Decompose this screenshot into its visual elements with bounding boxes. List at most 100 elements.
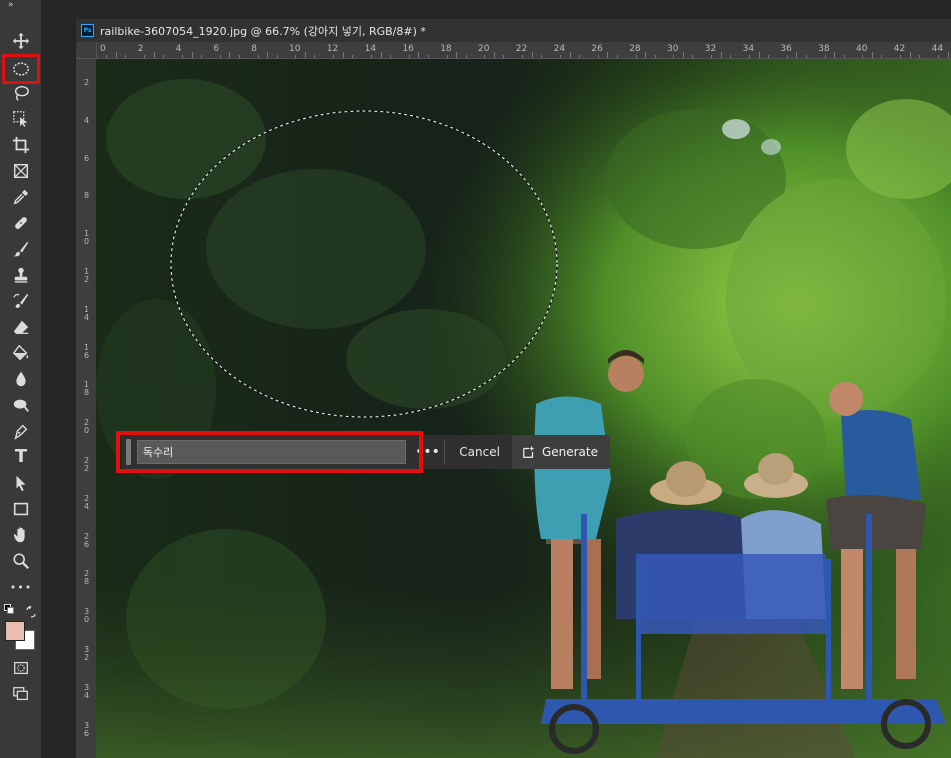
object-selection-icon bbox=[13, 111, 28, 127]
quick-mask-button[interactable] bbox=[5, 656, 37, 680]
ruler-tick bbox=[314, 55, 316, 58]
lasso-icon bbox=[14, 85, 29, 101]
ruler-tick bbox=[730, 55, 732, 58]
clone-stamp-tool[interactable] bbox=[5, 263, 37, 287]
ruler-tick-label: 3 0 bbox=[84, 607, 90, 625]
blur-tool[interactable] bbox=[5, 367, 37, 391]
ruler-tick-label: 42 bbox=[893, 44, 906, 54]
bandage-icon bbox=[15, 217, 27, 229]
zoom-icon bbox=[13, 553, 29, 569]
screen-mode-icon bbox=[13, 687, 28, 701]
hand-tool[interactable] bbox=[5, 523, 37, 547]
more-options-button[interactable]: ••• bbox=[414, 437, 442, 467]
type-tool[interactable]: T bbox=[5, 445, 37, 469]
ruler-tick-label: 1 2 bbox=[84, 267, 90, 284]
ruler-tick bbox=[333, 55, 335, 58]
ruler-tick bbox=[569, 52, 571, 58]
taskbar-drag-handle[interactable] bbox=[126, 439, 131, 465]
ruler-tick bbox=[125, 55, 127, 58]
ruler-tick bbox=[144, 55, 146, 58]
brush-icon bbox=[13, 241, 29, 257]
brush-tool[interactable] bbox=[5, 237, 37, 261]
ruler-tick bbox=[834, 52, 836, 58]
ruler-tick-label: 14 bbox=[364, 44, 377, 54]
default-colors-icon[interactable] bbox=[4, 604, 14, 614]
hand-icon bbox=[13, 527, 25, 543]
generate-button[interactable]: Generate bbox=[511, 435, 610, 469]
ruler-tick bbox=[900, 55, 902, 58]
ruler-tick bbox=[909, 52, 911, 58]
ruler-tick bbox=[796, 52, 798, 58]
ruler-tick bbox=[541, 55, 543, 58]
document-tab[interactable]: Ps railbike-3607054_1920.jpg @ 66.7% (강아… bbox=[76, 19, 951, 42]
ruler-tick bbox=[673, 55, 675, 58]
ruler-tick-label: 12 bbox=[326, 44, 339, 54]
ruler-tick bbox=[418, 52, 420, 58]
frame-icon bbox=[13, 163, 29, 179]
contextual-task-bar: ••• Cancel Generate bbox=[122, 435, 610, 469]
ruler-tick-label: 26 bbox=[591, 44, 603, 54]
history-brush-tool[interactable] bbox=[5, 289, 37, 313]
ruler-tick bbox=[871, 52, 873, 58]
ruler-origin[interactable] bbox=[76, 42, 97, 59]
ruler-tick-label: 3 2 bbox=[84, 645, 90, 662]
ruler-tick bbox=[238, 55, 240, 58]
foreground-color-swatch[interactable] bbox=[5, 621, 25, 641]
crop-tool[interactable] bbox=[5, 133, 37, 157]
ruler-tick bbox=[635, 55, 637, 58]
ruler-tick-label: 28 bbox=[629, 44, 641, 54]
ruler-tick bbox=[938, 55, 940, 58]
ruler-tick-label: 1 4 bbox=[84, 304, 90, 322]
photoshop-file-icon: Ps bbox=[81, 24, 94, 37]
ruler-tick bbox=[503, 55, 505, 58]
vertical-ruler[interactable]: 2 4 6 8 1 0 1 2 1 4 1 6 1 8 2 0 2 2 2 4 2 6 2 8 3 0 3 2… bbox=[76, 59, 97, 758]
swap-colors-icon[interactable] bbox=[25, 603, 37, 618]
elliptical-marquee-tool[interactable] bbox=[2, 54, 40, 84]
rectangle-tool[interactable] bbox=[5, 497, 37, 521]
ruler-tick bbox=[645, 52, 647, 58]
paint-bucket-tool[interactable] bbox=[5, 341, 37, 365]
ruler-tick-label: 3 6 bbox=[84, 720, 90, 738]
ruler-tick bbox=[824, 55, 826, 58]
object-selection-tool[interactable] bbox=[5, 107, 37, 131]
ruler-tick-label: 2 0 bbox=[84, 418, 90, 436]
history-brush-icon bbox=[13, 293, 29, 309]
eyedropper-tool[interactable] bbox=[5, 185, 37, 209]
ruler-tick-label: 10 bbox=[289, 44, 301, 54]
path-selection-tool[interactable] bbox=[5, 471, 37, 495]
horizontal-ruler[interactable]: 0 2 4 6 8 10 12 14 16 18 20 22 24 26 28 30 32 34 36 38 40 42 4… bbox=[97, 42, 951, 59]
ruler-tick bbox=[106, 55, 108, 58]
ruler-tick bbox=[380, 52, 382, 58]
ruler-tick bbox=[767, 55, 769, 58]
railbike-photo bbox=[96, 59, 951, 758]
ruler-tick-label: 34 bbox=[742, 44, 755, 54]
frame-tool[interactable] bbox=[5, 159, 37, 183]
move-tool[interactable] bbox=[5, 29, 37, 53]
ruler-tick-label: 1 0 bbox=[84, 229, 90, 247]
ruler-tick bbox=[153, 52, 155, 58]
generative-fill-prompt-input[interactable] bbox=[136, 440, 406, 464]
pen-icon bbox=[14, 424, 28, 440]
zoom-tool[interactable] bbox=[5, 549, 37, 573]
ellipse-marquee-icon bbox=[13, 62, 29, 76]
document-title: railbike-3607054_1920.jpg @ 66.7% (강아지 넣… bbox=[100, 24, 426, 38]
lasso-tool[interactable] bbox=[5, 81, 37, 105]
edit-toolbar[interactable]: ••• bbox=[5, 575, 37, 599]
ruler-tick bbox=[115, 52, 117, 58]
ruler-tick bbox=[352, 55, 354, 58]
dodge-tool[interactable] bbox=[5, 393, 37, 417]
ruler-tick bbox=[711, 55, 713, 58]
cancel-button[interactable]: Cancel bbox=[449, 437, 510, 467]
pen-tool[interactable] bbox=[5, 419, 37, 443]
eraser-tool[interactable] bbox=[5, 315, 37, 339]
drop-icon bbox=[16, 371, 26, 387]
ruler-tick bbox=[342, 52, 344, 58]
image-canvas[interactable] bbox=[96, 59, 951, 758]
ruler-tick bbox=[843, 55, 845, 58]
screen-mode-button[interactable] bbox=[5, 682, 37, 706]
collapse-toolbar-button[interactable]: » bbox=[8, 0, 14, 10]
ruler-tick bbox=[919, 55, 921, 58]
healing-brush-tool[interactable] bbox=[5, 211, 37, 235]
ruler-tick bbox=[947, 52, 949, 58]
rectangle-icon bbox=[13, 502, 29, 516]
